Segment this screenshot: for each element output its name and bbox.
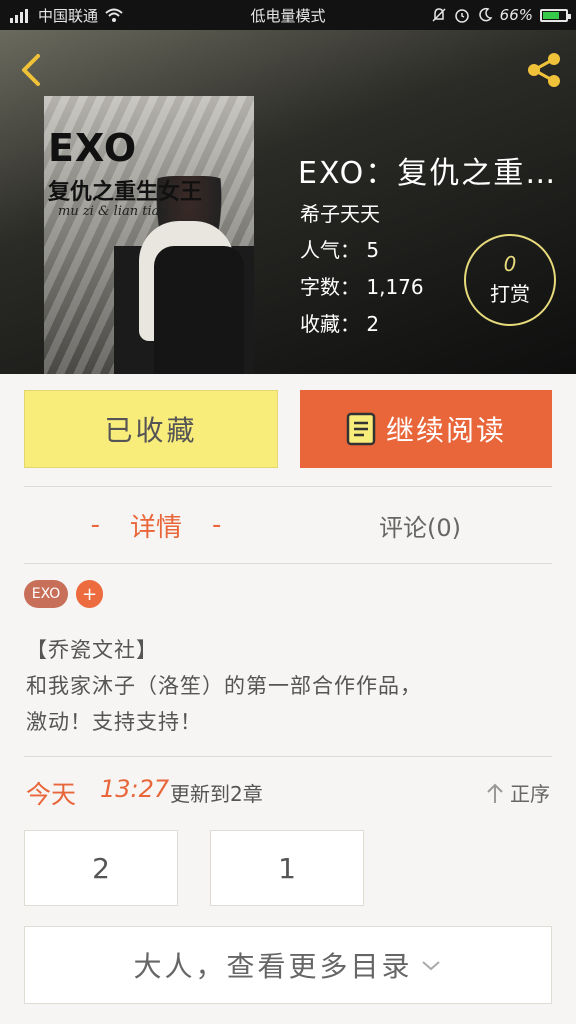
cover-title: EXO: [48, 126, 138, 170]
tab-comments[interactable]: 评论(0): [288, 500, 552, 550]
battery-percent: 66%: [499, 6, 533, 24]
alarm-icon: [454, 9, 469, 23]
moon-icon: [478, 7, 493, 22]
tab-dash-left: -: [90, 510, 100, 540]
cover-figure-coat: [154, 246, 244, 374]
chapter-item[interactable]: 1: [210, 830, 364, 906]
description-line: 激动！支持支持！: [26, 710, 202, 734]
word-count-stat: 字数： 1,176: [300, 275, 424, 299]
divider: [24, 486, 552, 487]
description-line: 【乔瓷文社】: [26, 638, 158, 662]
favorites-stat: 收藏： 2: [300, 312, 380, 336]
divider: [24, 563, 552, 564]
back-arrow-icon[interactable]: [16, 50, 46, 90]
book-icon: [346, 412, 376, 446]
book-header: EXO 复仇之重生女王 mu zi & lian tian EXO：复仇之重… …: [0, 30, 576, 374]
chapter-item[interactable]: 2: [24, 830, 178, 906]
share-icon[interactable]: [524, 50, 564, 90]
reward-count: 0: [503, 252, 517, 276]
arrow-up-icon: [487, 783, 503, 803]
update-date: 今天: [26, 780, 77, 809]
update-time: 13:27: [100, 775, 170, 803]
favorited-label: 已收藏: [104, 414, 198, 447]
popularity-stat: 人气： 5: [300, 238, 380, 262]
cover-subtitle: 复仇之重生女王: [48, 180, 203, 205]
add-tag-button[interactable]: +: [76, 580, 103, 608]
battery-icon: [540, 8, 571, 22]
tab-comments-label: 评论(0): [379, 513, 461, 542]
tab-dash-right: -: [212, 510, 222, 540]
tab-details[interactable]: - 详情 -: [24, 500, 288, 550]
tag-exo[interactable]: EXO: [24, 580, 68, 608]
update-status: 更新到2章: [170, 782, 263, 806]
more-catalog-label: 大人，查看更多目录: [133, 950, 413, 983]
book-cover[interactable]: EXO 复仇之重生女王 mu zi & lian tian: [44, 96, 254, 374]
reward-button[interactable]: 0 打赏: [464, 234, 556, 326]
chevron-down-icon: [421, 961, 440, 971]
reward-label: 打赏: [490, 282, 530, 306]
continue-reading-button[interactable]: 继续阅读: [300, 390, 552, 468]
book-description: 【乔瓷文社】 和我家沐子（洛笙）的第一部合作作品， 激动！支持支持！: [26, 632, 546, 740]
continue-reading-label: 继续阅读: [385, 414, 506, 447]
status-bar: 中国联通 低电量模式 66%: [0, 0, 576, 30]
mute-bell-icon: [432, 8, 446, 22]
favorited-button[interactable]: 已收藏: [24, 390, 278, 468]
author-name[interactable]: 希子天天: [300, 198, 380, 227]
tab-details-label: 详情: [129, 512, 182, 543]
sort-order-label: 正序: [510, 782, 550, 806]
sort-order-button[interactable]: 正序: [486, 778, 550, 807]
book-title: EXO：复仇之重…: [298, 156, 558, 191]
description-line: 和我家沐子（洛笙）的第一部合作作品，: [26, 674, 422, 698]
cover-script-text: mu zi & lian tian: [58, 204, 168, 219]
more-catalog-button[interactable]: 大人，查看更多目录: [24, 926, 552, 1004]
divider: [24, 756, 552, 757]
